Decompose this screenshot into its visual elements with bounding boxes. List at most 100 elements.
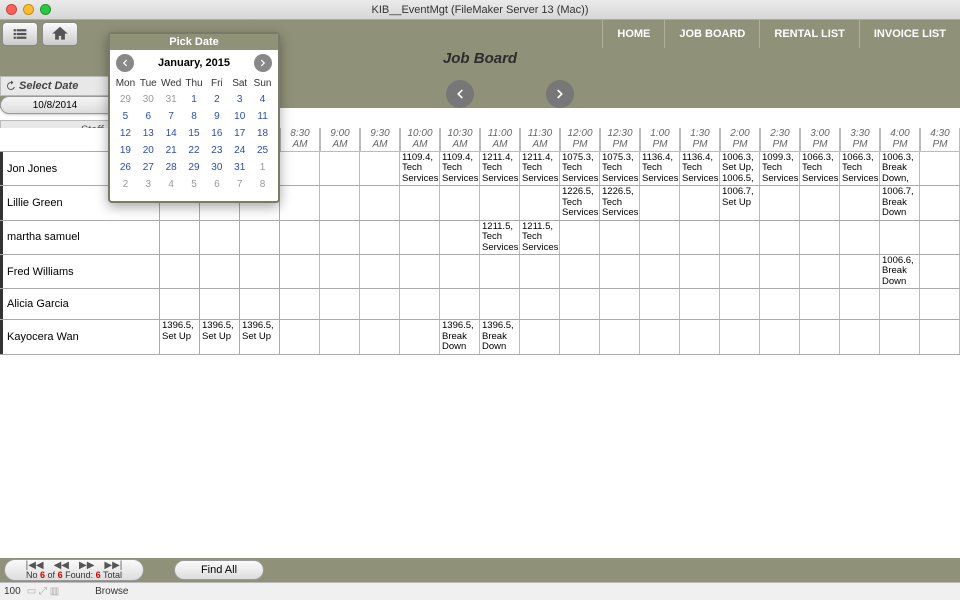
prev-record-button[interactable]: ◀◀ bbox=[54, 560, 69, 571]
schedule-cell[interactable] bbox=[400, 221, 440, 254]
datepicker-day[interactable]: 20 bbox=[137, 142, 160, 159]
datepicker-day[interactable]: 6 bbox=[205, 176, 228, 193]
datepicker-day[interactable]: 31 bbox=[228, 159, 251, 176]
schedule-cell[interactable] bbox=[720, 320, 760, 353]
schedule-cell[interactable] bbox=[440, 221, 480, 254]
datepicker-day[interactable]: 14 bbox=[160, 125, 183, 142]
schedule-cell[interactable] bbox=[440, 255, 480, 288]
schedule-cell[interactable] bbox=[920, 221, 960, 254]
datepicker-day[interactable]: 25 bbox=[251, 142, 274, 159]
datepicker-day[interactable]: 3 bbox=[137, 176, 160, 193]
schedule-cell[interactable] bbox=[600, 255, 640, 288]
schedule-cell[interactable]: 1396.5, Set Up bbox=[160, 320, 200, 353]
schedule-cell[interactable] bbox=[520, 320, 560, 353]
schedule-cell[interactable] bbox=[760, 289, 800, 319]
datepicker-day[interactable]: 9 bbox=[205, 108, 228, 125]
datepicker-day[interactable]: 12 bbox=[114, 125, 137, 142]
datepicker-day[interactable]: 15 bbox=[183, 125, 206, 142]
schedule-cell[interactable] bbox=[160, 255, 200, 288]
schedule-cell[interactable] bbox=[320, 255, 360, 288]
schedule-cell[interactable]: 1006.3, Set Up, 1006.5, bbox=[720, 152, 760, 185]
nav-home[interactable]: HOME bbox=[602, 20, 664, 48]
schedule-cell[interactable] bbox=[720, 221, 760, 254]
datepicker-day[interactable]: 4 bbox=[251, 91, 274, 108]
schedule-cell[interactable] bbox=[240, 289, 280, 319]
nav-rental-list[interactable]: RENTAL LIST bbox=[759, 20, 858, 48]
schedule-cell[interactable] bbox=[920, 289, 960, 319]
schedule-cell[interactable]: 1136.4, Tech Services, bbox=[680, 152, 720, 185]
schedule-cell[interactable] bbox=[320, 221, 360, 254]
schedule-cell[interactable] bbox=[840, 186, 880, 219]
schedule-cell[interactable] bbox=[840, 221, 880, 254]
schedule-cell[interactable] bbox=[640, 186, 680, 219]
schedule-cell[interactable] bbox=[920, 186, 960, 219]
schedule-cell[interactable]: 1006.7, Break Down bbox=[880, 186, 920, 219]
datepicker-day[interactable]: 2 bbox=[205, 91, 228, 108]
datepicker-day[interactable]: 29 bbox=[183, 159, 206, 176]
schedule-cell[interactable] bbox=[160, 289, 200, 319]
nav-job-board[interactable]: JOB BOARD bbox=[664, 20, 759, 48]
zoom-level[interactable]: 100 bbox=[4, 586, 21, 597]
schedule-cell[interactable] bbox=[360, 289, 400, 319]
datepicker-next-button[interactable] bbox=[254, 54, 272, 72]
schedule-cell[interactable] bbox=[600, 289, 640, 319]
datepicker-day[interactable]: 5 bbox=[183, 176, 206, 193]
schedule-cell[interactable] bbox=[440, 186, 480, 219]
schedule-cell[interactable] bbox=[320, 289, 360, 319]
schedule-cell[interactable] bbox=[680, 255, 720, 288]
schedule-cell[interactable] bbox=[920, 320, 960, 353]
schedule-cell[interactable] bbox=[280, 186, 320, 219]
date-field[interactable]: 10/8/2014 bbox=[0, 96, 110, 114]
schedule-cell[interactable] bbox=[360, 320, 400, 353]
schedule-cell[interactable] bbox=[800, 186, 840, 219]
datepicker-day[interactable]: 5 bbox=[114, 108, 137, 125]
datepicker-day[interactable]: 10 bbox=[228, 108, 251, 125]
schedule-cell[interactable] bbox=[520, 289, 560, 319]
datepicker-day[interactable]: 1 bbox=[251, 159, 274, 176]
schedule-cell[interactable] bbox=[680, 320, 720, 353]
schedule-cell[interactable]: 1396.5, Set Up bbox=[200, 320, 240, 353]
schedule-cell[interactable] bbox=[920, 152, 960, 185]
datepicker-day[interactable]: 16 bbox=[205, 125, 228, 142]
schedule-cell[interactable]: 1066.3, Tech Services bbox=[840, 152, 880, 185]
datepicker-day[interactable]: 8 bbox=[251, 176, 274, 193]
datepicker-day[interactable]: 7 bbox=[160, 108, 183, 125]
schedule-cell[interactable]: 1136.4, Tech Services, bbox=[640, 152, 680, 185]
schedule-cell[interactable]: 1109.4, Tech Services, bbox=[400, 152, 440, 185]
datepicker-day[interactable]: 31 bbox=[160, 91, 183, 108]
schedule-cell[interactable] bbox=[760, 255, 800, 288]
schedule-cell[interactable]: 1226.5, Tech Services, bbox=[600, 186, 640, 219]
next-day-button[interactable] bbox=[546, 80, 574, 108]
datepicker-day[interactable]: 18 bbox=[251, 125, 274, 142]
schedule-cell[interactable] bbox=[760, 320, 800, 353]
schedule-cell[interactable] bbox=[280, 221, 320, 254]
schedule-cell[interactable] bbox=[800, 221, 840, 254]
datepicker-day[interactable]: 28 bbox=[160, 159, 183, 176]
schedule-cell[interactable] bbox=[200, 255, 240, 288]
schedule-cell[interactable] bbox=[400, 255, 440, 288]
datepicker-prev-button[interactable] bbox=[116, 54, 134, 72]
datepicker-day[interactable]: 27 bbox=[137, 159, 160, 176]
datepicker-day[interactable]: 23 bbox=[205, 142, 228, 159]
schedule-cell[interactable] bbox=[640, 289, 680, 319]
schedule-cell[interactable] bbox=[720, 289, 760, 319]
schedule-cell[interactable] bbox=[480, 255, 520, 288]
schedule-cell[interactable] bbox=[520, 186, 560, 219]
schedule-cell[interactable] bbox=[360, 221, 400, 254]
find-all-button[interactable]: Find All bbox=[174, 560, 264, 580]
schedule-cell[interactable] bbox=[800, 289, 840, 319]
schedule-cell[interactable] bbox=[800, 255, 840, 288]
schedule-cell[interactable] bbox=[600, 320, 640, 353]
schedule-cell[interactable] bbox=[560, 320, 600, 353]
first-record-button[interactable]: |◀◀ bbox=[26, 560, 44, 571]
schedule-cell[interactable] bbox=[720, 255, 760, 288]
schedule-cell[interactable] bbox=[280, 152, 320, 185]
schedule-cell[interactable] bbox=[280, 320, 320, 353]
schedule-cell[interactable] bbox=[400, 289, 440, 319]
datepicker-day[interactable]: 17 bbox=[228, 125, 251, 142]
datepicker-day[interactable]: 30 bbox=[137, 91, 160, 108]
schedule-cell[interactable]: 1006.7, Set Up bbox=[720, 186, 760, 219]
next-record-button[interactable]: ▶▶ bbox=[79, 560, 94, 571]
schedule-cell[interactable] bbox=[320, 152, 360, 185]
schedule-cell[interactable]: 1211.4, Tech Services, bbox=[480, 152, 520, 185]
